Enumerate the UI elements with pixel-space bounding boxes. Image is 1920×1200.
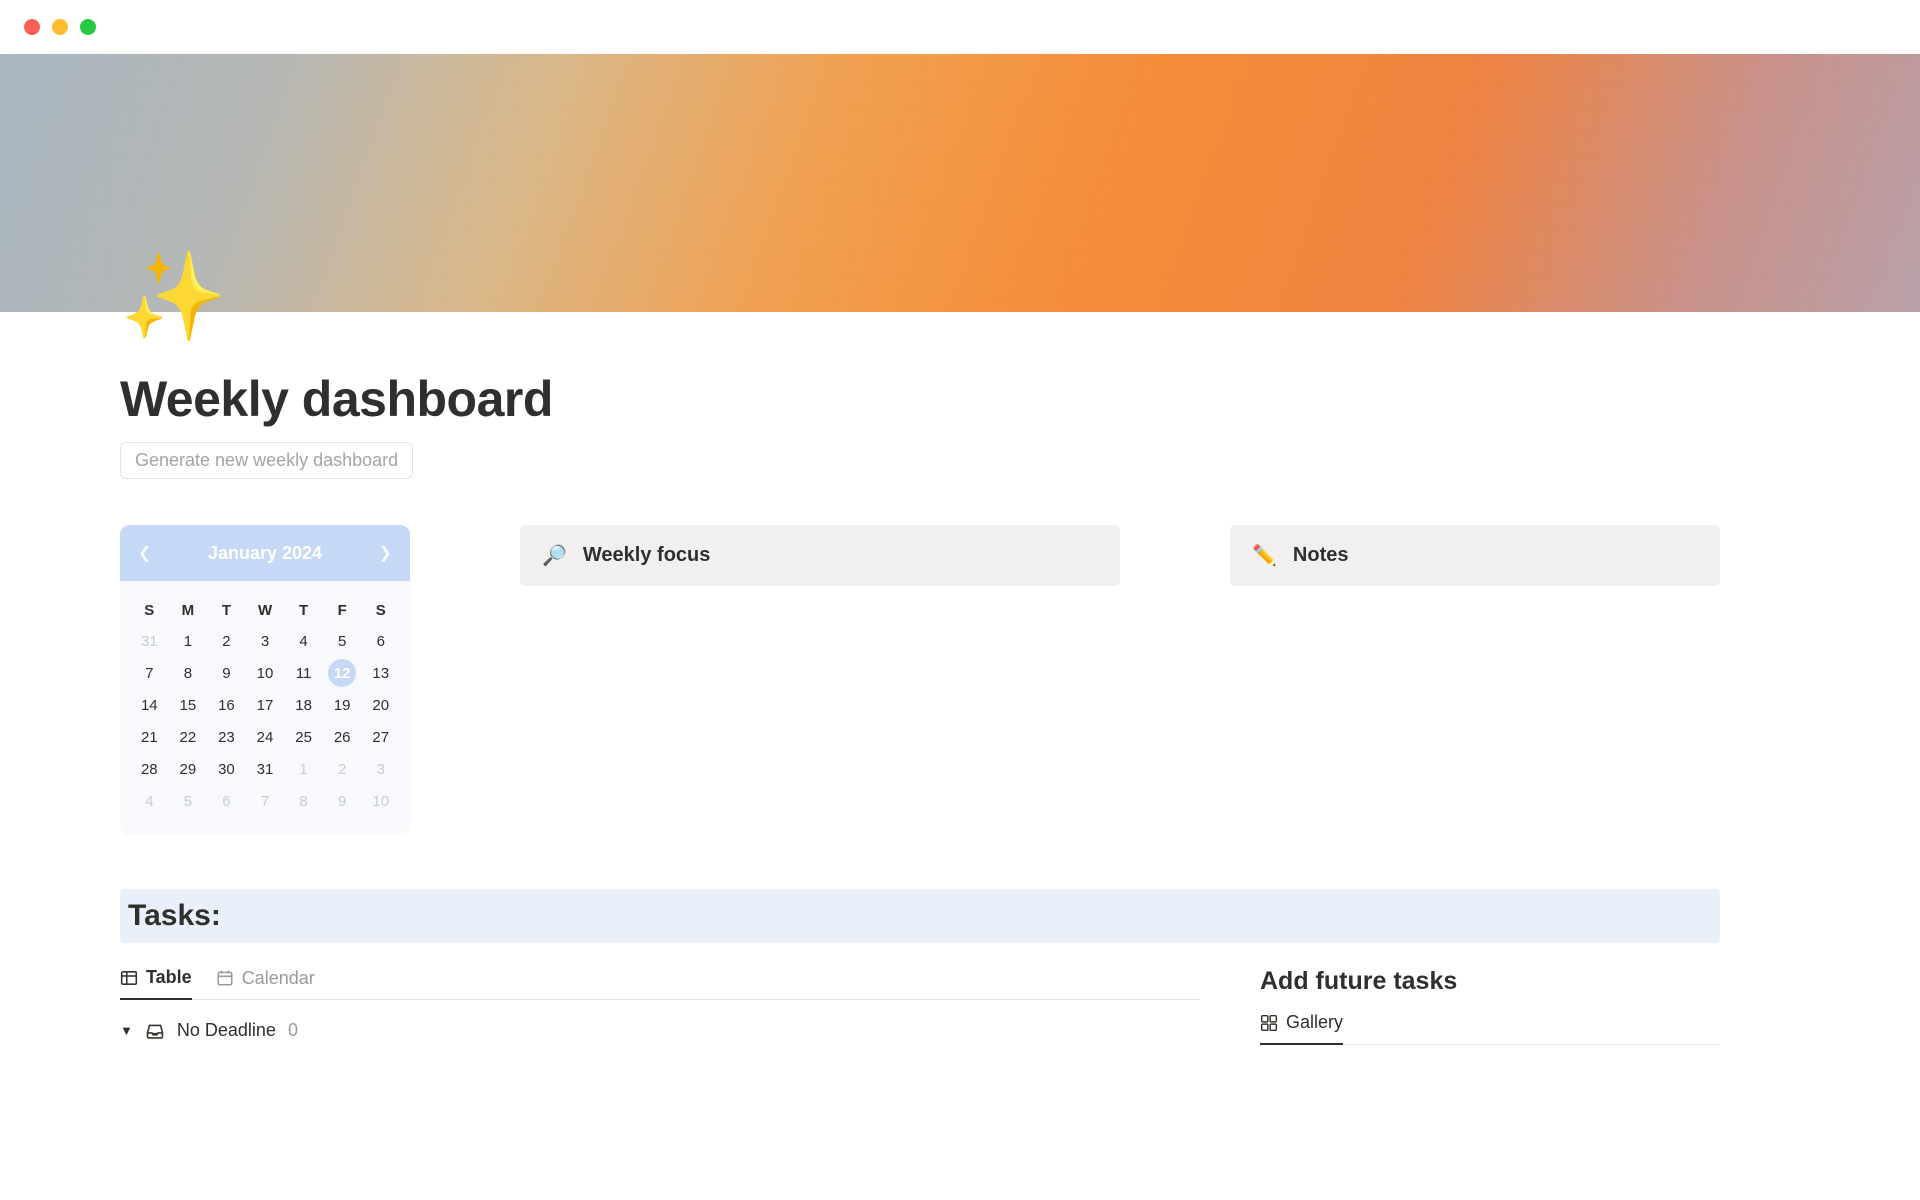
calendar-dow: T — [207, 595, 246, 625]
future-tasks-panel: Add future tasks Gallery — [1260, 967, 1720, 1045]
minimize-window-button[interactable] — [52, 19, 68, 35]
calendar-dow: S — [130, 595, 169, 625]
calendar-day[interactable]: 26 — [323, 721, 362, 753]
group-count: 0 — [288, 1020, 298, 1041]
tab-table-label: Table — [146, 967, 192, 988]
pencil-icon: ✏️ — [1252, 543, 1277, 568]
calendar-next-icon[interactable]: ❯ — [379, 543, 392, 563]
calendar-day[interactable]: 20 — [361, 689, 400, 721]
calendar-day[interactable]: 3 — [361, 753, 400, 785]
calendar-day[interactable]: 31 — [130, 625, 169, 657]
notes-card[interactable]: ✏️ Notes — [1230, 525, 1720, 586]
notes-title: Notes — [1293, 544, 1349, 567]
calendar-day[interactable]: 18 — [284, 689, 323, 721]
tab-gallery-label: Gallery — [1286, 1012, 1343, 1033]
tasks-view-tabs: Table Calendar — [120, 967, 1200, 1000]
generate-dashboard-button[interactable]: Generate new weekly dashboard — [120, 442, 413, 479]
gallery-icon — [1260, 1014, 1278, 1032]
tab-table[interactable]: Table — [120, 967, 192, 1000]
calendar-dow: T — [284, 595, 323, 625]
calendar-day[interactable]: 9 — [207, 657, 246, 689]
calendar-widget: ❮ January 2024 ❯ SMTWTFS 311234567891011… — [120, 525, 410, 835]
calendar-day[interactable]: 27 — [361, 721, 400, 753]
tasks-heading-banner: Tasks: — [120, 889, 1720, 943]
calendar-day[interactable]: 1 — [169, 625, 208, 657]
page-title[interactable]: Weekly dashboard — [120, 312, 1720, 428]
calendar-day[interactable]: 19 — [323, 689, 362, 721]
calendar-day[interactable]: 14 — [130, 689, 169, 721]
calendar-day[interactable]: 29 — [169, 753, 208, 785]
maximize-window-button[interactable] — [80, 19, 96, 35]
inbox-icon — [145, 1021, 165, 1041]
calendar-day[interactable]: 10 — [361, 785, 400, 817]
calendar-day[interactable]: 9 — [323, 785, 362, 817]
page-icon[interactable]: ✨ — [120, 254, 227, 340]
weekly-focus-card[interactable]: 🔎 Weekly focus — [520, 525, 1120, 586]
calendar-day[interactable]: 30 — [207, 753, 246, 785]
calendar-day[interactable]: 2 — [207, 625, 246, 657]
future-tasks-title: Add future tasks — [1260, 967, 1720, 996]
weekly-focus-column: 🔎 Weekly focus — [520, 525, 1120, 586]
calendar-day[interactable]: 4 — [284, 625, 323, 657]
calendar-day[interactable]: 11 — [284, 657, 323, 689]
calendar-day[interactable]: 21 — [130, 721, 169, 753]
calendar-day[interactable]: 25 — [284, 721, 323, 753]
calendar-month-label: January 2024 — [208, 543, 322, 564]
weekly-focus-title: Weekly focus — [583, 544, 710, 567]
table-icon — [120, 969, 138, 987]
calendar-day[interactable]: 2 — [323, 753, 362, 785]
calendar-day[interactable]: 10 — [246, 657, 285, 689]
tab-calendar[interactable]: Calendar — [216, 967, 315, 999]
calendar-day[interactable]: 24 — [246, 721, 285, 753]
calendar-icon — [216, 969, 234, 987]
tab-gallery[interactable]: Gallery — [1260, 1012, 1343, 1045]
calendar-day[interactable]: 28 — [130, 753, 169, 785]
calendar-day[interactable]: 5 — [169, 785, 208, 817]
calendar-day[interactable]: 15 — [169, 689, 208, 721]
calendar-dow: F — [323, 595, 362, 625]
tasks-heading: Tasks: — [128, 899, 1712, 933]
calendar-day[interactable]: 7 — [130, 657, 169, 689]
calendar-day[interactable]: 8 — [284, 785, 323, 817]
calendar-day[interactable]: 17 — [246, 689, 285, 721]
future-view-tabs: Gallery — [1260, 1012, 1720, 1045]
calendar-day[interactable]: 3 — [246, 625, 285, 657]
group-label: No Deadline — [177, 1020, 276, 1041]
close-window-button[interactable] — [24, 19, 40, 35]
calendar-day[interactable]: 22 — [169, 721, 208, 753]
calendar-grid: SMTWTFS 31123456789101112131415161718192… — [120, 581, 410, 835]
calendar-day[interactable]: 6 — [361, 625, 400, 657]
collapse-toggle-icon[interactable]: ▼ — [120, 1023, 133, 1038]
calendar-dow: W — [246, 595, 285, 625]
calendar-day[interactable]: 6 — [207, 785, 246, 817]
tab-calendar-label: Calendar — [242, 968, 315, 989]
task-group-row[interactable]: ▼ No Deadline 0 — [120, 1020, 1200, 1041]
page-cover[interactable] — [0, 54, 1920, 312]
calendar-day[interactable]: 8 — [169, 657, 208, 689]
window-titlebar — [0, 0, 1920, 54]
calendar-day[interactable]: 4 — [130, 785, 169, 817]
calendar-day[interactable]: 16 — [207, 689, 246, 721]
calendar-dow: M — [169, 595, 208, 625]
calendar-day[interactable]: 5 — [323, 625, 362, 657]
calendar-dow: S — [361, 595, 400, 625]
calendar-day[interactable]: 1 — [284, 753, 323, 785]
calendar-day[interactable]: 13 — [361, 657, 400, 689]
calendar-day[interactable]: 23 — [207, 721, 246, 753]
magnifier-icon: 🔎 — [542, 543, 567, 568]
calendar-day-today[interactable]: 12 — [328, 659, 356, 687]
calendar-day[interactable]: 31 — [246, 753, 285, 785]
calendar-prev-icon[interactable]: ❮ — [138, 543, 151, 563]
calendar-header: ❮ January 2024 ❯ — [120, 525, 410, 581]
notes-column: ✏️ Notes — [1230, 525, 1720, 586]
tasks-database: Table Calendar ▼ No Deadline 0 — [120, 967, 1200, 1041]
calendar-day[interactable]: 7 — [246, 785, 285, 817]
